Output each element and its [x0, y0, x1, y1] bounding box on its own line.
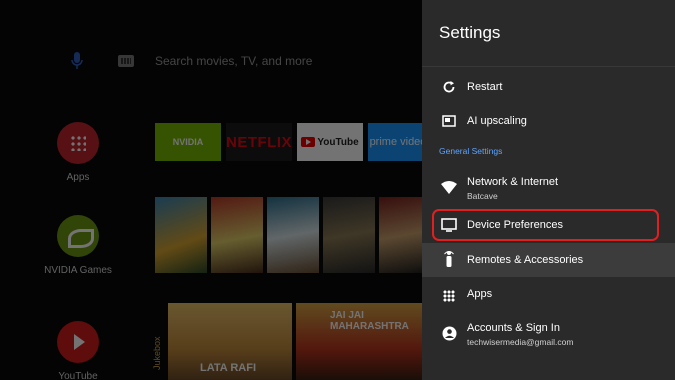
youtube-logo-icon: [301, 137, 316, 147]
keyboard-icon[interactable]: [118, 55, 134, 67]
menu-item-restart[interactable]: Restart: [422, 70, 675, 104]
menu-item-ai-upscaling[interactable]: AI upscaling: [422, 104, 675, 138]
row-youtube[interactable]: YouTube: [38, 321, 118, 380]
menu-item-label: Accounts & Sign In: [467, 322, 560, 334]
settings-header: Settings: [422, 0, 675, 67]
app-tile-netflix[interactable]: NETFLIX: [226, 123, 292, 161]
settings-panel: Settings Restart AI upscaling General Se…: [422, 0, 675, 380]
row-label: YouTube: [58, 371, 98, 380]
app-tile-label: YouTube: [317, 136, 359, 148]
row-label: Apps: [66, 172, 90, 183]
app-tile-youtube[interactable]: YouTube: [297, 123, 363, 161]
menu-item-sublabel: techwisermedia@gmail.com: [467, 337, 574, 347]
menu-item-label: AI upscaling: [467, 115, 527, 127]
account-icon: [441, 325, 457, 341]
menu-item-label: Network & Internet: [467, 176, 559, 188]
video-caption: LATA RAFI: [200, 362, 257, 374]
search-bar[interactable]: Search movies, TV, and more: [60, 48, 420, 74]
movie-poster[interactable]: [379, 197, 422, 273]
wifi-icon: [441, 179, 457, 195]
video-caption: JAI JAI MAHARASHTRA: [330, 310, 409, 332]
microphone-icon[interactable]: [70, 51, 84, 71]
page-title: Settings: [439, 23, 501, 42]
menu-item-network[interactable]: Network & Internet Batcave: [422, 166, 675, 206]
movie-poster[interactable]: [211, 197, 263, 273]
home-launcher: Search movies, TV, and more Apps NVIDIA …: [0, 0, 422, 380]
menu-item-sublabel: Batcave: [467, 191, 498, 201]
menu-item-label: Remotes & Accessories: [467, 254, 584, 266]
restart-icon: [441, 79, 457, 95]
nvidia-icon: [57, 215, 99, 257]
row-nvidia-games[interactable]: NVIDIA Games: [38, 215, 118, 276]
app-tile-nvidia[interactable]: NVIDIA: [155, 123, 221, 161]
movie-poster[interactable]: [267, 197, 319, 273]
menu-item-label: Restart: [467, 81, 503, 93]
menu-item-remotes[interactable]: Remotes & Accessories: [422, 243, 675, 277]
section-header-general: General Settings: [439, 146, 503, 156]
row-apps[interactable]: Apps: [38, 122, 118, 183]
menu-item-accounts[interactable]: Accounts & Sign In techwisermedia@gmail.…: [422, 313, 675, 353]
apps-grid-icon: [441, 288, 457, 304]
remote-icon: [441, 251, 457, 267]
row-label: NVIDIA Games: [44, 265, 112, 276]
movie-poster[interactable]: [155, 197, 207, 273]
menu-item-apps[interactable]: Apps: [422, 277, 675, 311]
movie-poster[interactable]: [323, 197, 375, 273]
jukebox-label: Jukebox: [152, 336, 162, 370]
app-tile-prime-video[interactable]: prime video: [368, 123, 422, 161]
focus-ring-highlight: [432, 209, 659, 241]
apps-grid-icon: [57, 122, 99, 164]
picture-in-picture-icon: [441, 113, 457, 129]
menu-item-label: Apps: [467, 288, 493, 300]
youtube-icon: [57, 321, 99, 363]
search-input[interactable]: Search movies, TV, and more: [155, 54, 312, 68]
